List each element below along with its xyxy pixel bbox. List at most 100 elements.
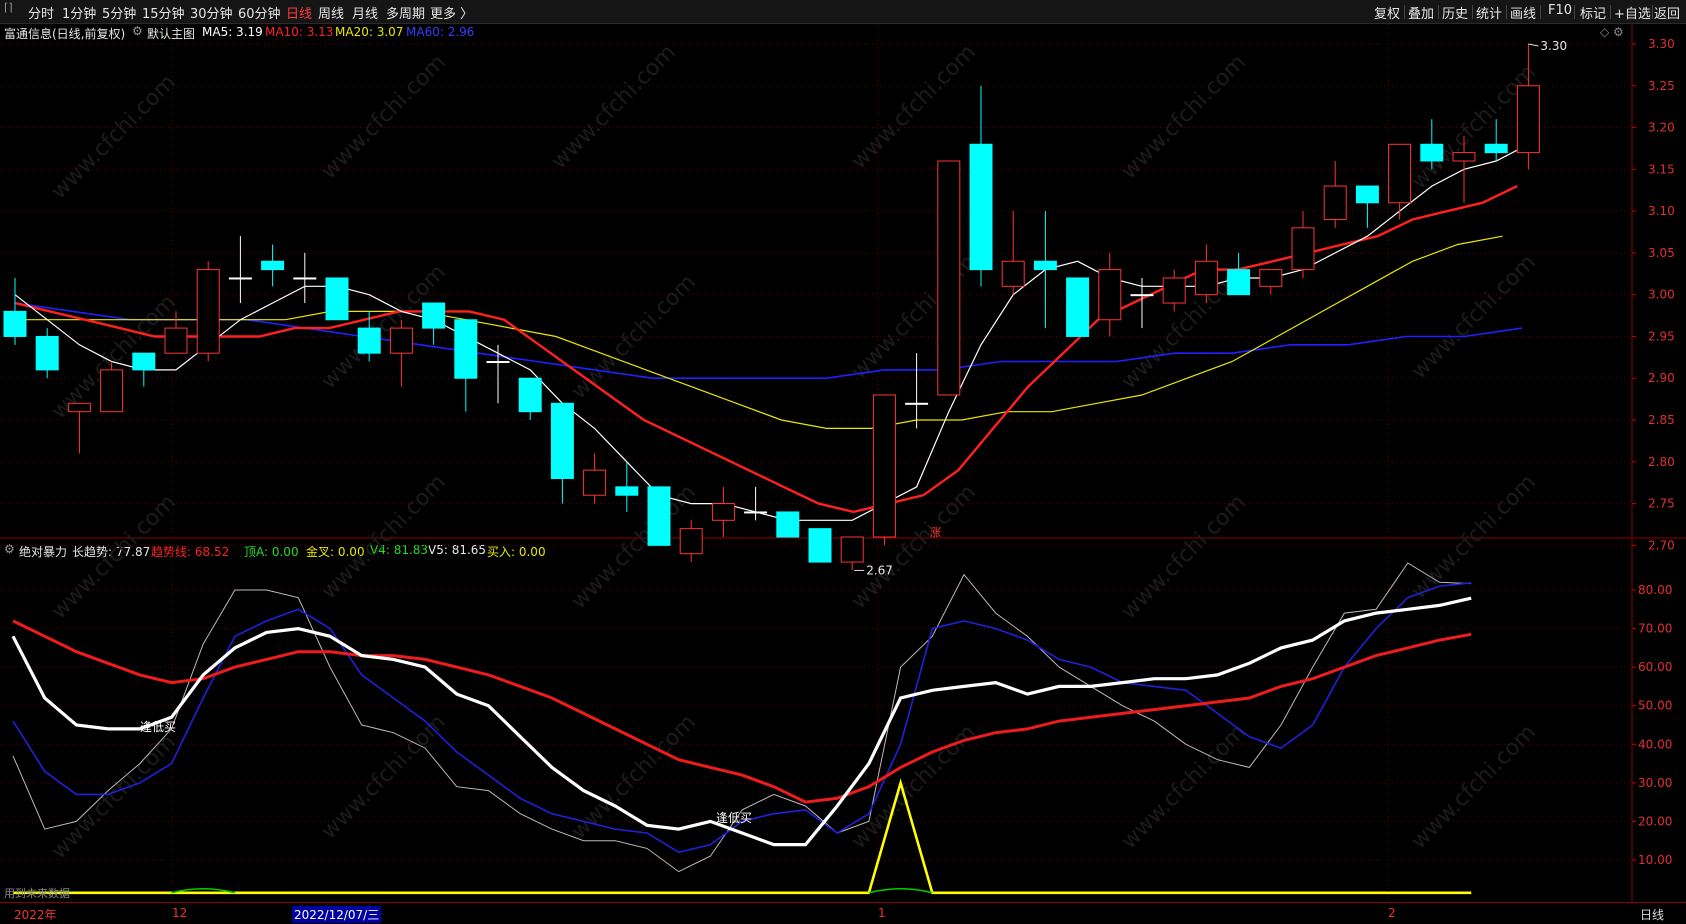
candle-body-up: [389, 327, 413, 354]
low-buy-label-1: 逢低买: [140, 720, 176, 734]
candle-body-up: [1452, 152, 1476, 162]
date-label-dec: 12: [172, 906, 188, 920]
watermark-text: www.cfchi.com: [847, 40, 981, 174]
watermark-text: www.cfchi.com: [47, 490, 181, 624]
candle-body-down: [1227, 269, 1251, 296]
trend-line: [12, 619, 1472, 804]
v5-line: [12, 562, 1472, 873]
candle-body-up: [67, 402, 91, 413]
candle-body-down: [647, 486, 671, 546]
candle-body-down: [1420, 143, 1444, 162]
low-buy-label-2: 逢低买: [716, 811, 752, 825]
date-axis: 2022年 12 2022/12/07/三 1 2 日线: [0, 902, 1686, 924]
candle-body-down: [1033, 260, 1057, 271]
indicator-axis-label: 70.00: [1638, 622, 1672, 636]
indicator-axis-label: 50.00: [1638, 699, 1672, 713]
candle-body-up: [711, 503, 735, 521]
cursor-date: 2022/12/07/三: [292, 906, 382, 923]
candle-body-doji: [744, 511, 768, 514]
candle-body-doji: [905, 402, 929, 405]
candle-body-up: [937, 160, 961, 396]
candle-body-up: [1323, 185, 1347, 220]
candle-body-up: [1291, 227, 1315, 271]
ma-lines: [14, 143, 1529, 521]
candle-body-up: [872, 394, 896, 538]
low-price-label: 2.67: [866, 563, 893, 577]
candle-body-doji: [1130, 294, 1154, 297]
date-label-year: 2022年: [14, 908, 57, 922]
candle-body-doji: [228, 277, 252, 280]
watermark-text: www.cfchi.com: [1407, 470, 1541, 604]
watermark-text: www.cfchi.com: [1117, 720, 1251, 854]
price-axis-label: 2.80: [1648, 455, 1675, 469]
watermark-text: www.cfchi.com: [847, 480, 981, 614]
candle-body-down: [969, 143, 993, 271]
date-label-feb: 2: [1388, 906, 1396, 920]
price-axis-label: 2.90: [1648, 371, 1675, 385]
indicator-axis-label: 30.00: [1638, 776, 1672, 790]
candle-body-doji: [486, 361, 510, 364]
candle-body-up: [1259, 269, 1283, 287]
candle-body-down: [454, 319, 478, 379]
candles: [3, 43, 1540, 571]
watermark-text: www.cfchi.com: [47, 70, 181, 204]
watermark-text: www.cfchi.com: [847, 250, 981, 384]
chart-annotations: 3.30 2.67 涨 逢低买 逢低买 用到未来数据: [4, 39, 1567, 900]
price-axis-label: 2.85: [1648, 413, 1675, 427]
buy-signal-line: [13, 778, 1472, 895]
watermark-layer: www.cfchi.com www.cfchi.com www.cfchi.com w…: [47, 40, 1541, 864]
watermark-text: www.cfchi.com: [317, 50, 451, 184]
watermark-text: www.cfchi.com: [1407, 250, 1541, 384]
watermark-text: www.cfchi.com: [567, 270, 701, 404]
price-axis-label: 3.20: [1648, 121, 1675, 135]
indicator-axis-label: 10.00: [1638, 853, 1672, 867]
candle-body-down: [357, 327, 381, 354]
candle-body-down: [776, 511, 800, 538]
candle-body-up: [100, 369, 124, 413]
candle-body-up: [1388, 143, 1412, 204]
kline-chart[interactable]: www.cfchi.com www.cfchi.com www.cfchi.com w…: [0, 0, 1686, 902]
price-axis-label: 2.95: [1648, 329, 1675, 343]
date-label-jan: 1: [878, 906, 886, 920]
indicator-axis-label: 40.00: [1638, 737, 1672, 751]
watermark-text: www.cfchi.com: [1117, 490, 1251, 624]
price-axis-label: 3.05: [1648, 246, 1675, 260]
watermark-text: www.cfchi.com: [547, 40, 681, 174]
price-axis-label: 3.25: [1648, 79, 1675, 93]
period-indicator[interactable]: 日线: [1640, 906, 1664, 923]
watermark-text: www.cfchi.com: [567, 710, 701, 844]
candle-body-up: [1098, 269, 1122, 321]
candle-body-down: [35, 335, 59, 371]
candle-body-up: [1194, 260, 1218, 296]
candle-body-down: [518, 377, 542, 413]
price-axis-label: 3.15: [1648, 162, 1675, 176]
candle-body-down: [132, 352, 156, 371]
candle-body-down: [808, 528, 832, 563]
watermark-text: www.cfchi.com: [1407, 720, 1541, 854]
candle-body-up: [583, 469, 607, 496]
candle-body-up: [1516, 85, 1540, 154]
future-data-note: 用到未来数据: [4, 886, 70, 900]
long-trend-line: [11, 596, 1472, 847]
ma5-line: [14, 143, 1529, 521]
candle-body-up: [164, 327, 188, 354]
candle-body-down: [550, 402, 574, 480]
candle-body-down: [3, 310, 27, 337]
candle-body-down: [615, 486, 639, 496]
rise-marker: 涨: [930, 526, 941, 539]
candle-body-down: [1066, 277, 1090, 337]
price-axis-label: 2.70: [1648, 538, 1675, 552]
price-axis: 3.30 3.25 3.20 3.15 3.10 3.05 3.00 2.95 2.90 2.85…: [1638, 37, 1675, 867]
ma60-line: [14, 302, 1523, 380]
candle-body-up: [679, 528, 703, 555]
candle-body-down: [325, 277, 349, 321]
price-axis-label: 3.30: [1648, 37, 1675, 51]
watermark-text: www.cfchi.com: [47, 730, 181, 864]
indicator-axis-label: 60.00: [1638, 660, 1672, 674]
candle-body-up: [1001, 260, 1025, 287]
high-price-label: 3.30: [1540, 39, 1567, 53]
watermark-text: www.cfchi.com: [317, 470, 451, 604]
candle-body-up: [1162, 277, 1186, 304]
candle-body-doji: [293, 277, 317, 280]
price-axis-label: 3.00: [1648, 288, 1675, 302]
